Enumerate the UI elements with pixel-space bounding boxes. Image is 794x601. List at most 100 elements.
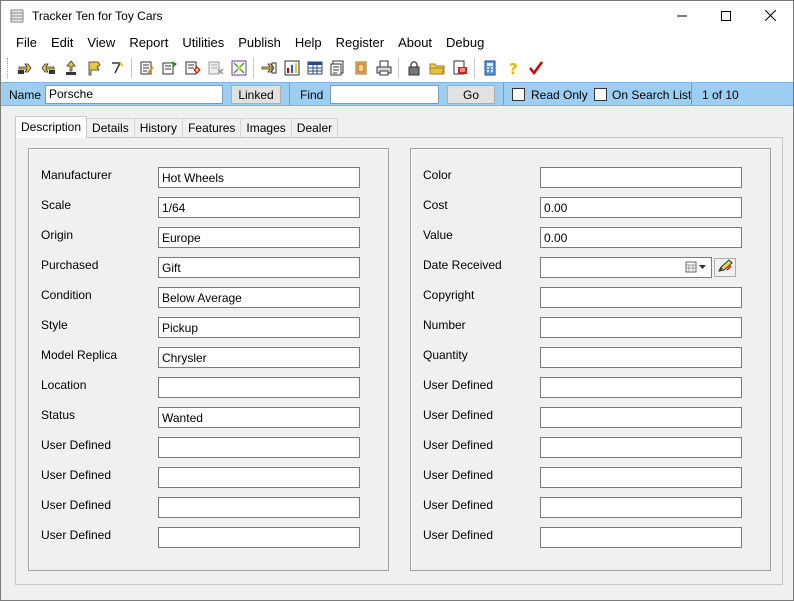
export-icon [330,60,346,76]
status-label: Status [41,408,76,422]
find-input[interactable] [330,85,439,104]
menu-register[interactable]: Register [329,32,391,54]
linked-button[interactable]: Linked [231,85,281,104]
tab-history[interactable]: History [133,118,184,138]
quantity-field[interactable] [540,347,742,368]
table-view-button[interactable] [303,57,326,79]
name-input[interactable]: Porsche [45,85,223,104]
toolbar: ? [1,54,793,82]
calendar-dropdown-icon[interactable] [685,261,707,276]
export-button[interactable] [326,57,349,79]
manufacturer-field[interactable]: Hot Wheels [158,167,360,188]
goto-icon [261,60,277,76]
scale-field[interactable]: 1/64 [158,197,360,218]
previous-record-button[interactable] [36,57,59,79]
tab-description[interactable]: Description [15,116,88,138]
on-search-list-checkbox[interactable] [594,88,607,101]
copy-record-button[interactable] [158,57,181,79]
calculator-button[interactable] [478,57,501,79]
user-defined-field[interactable] [540,437,742,458]
delete-record-button[interactable] [204,57,227,79]
origin-field[interactable]: Europe [158,227,360,248]
copyright-field[interactable] [540,287,742,308]
minimize-button[interactable] [659,1,705,32]
user-defined-field[interactable] [158,527,360,548]
purchased-label: Purchased [41,258,99,272]
print-button[interactable] [372,57,395,79]
chart-button[interactable] [280,57,303,79]
tab-features[interactable]: Features [182,118,242,138]
cost-field[interactable]: 0.00 [540,197,742,218]
lock-icon [406,60,422,76]
user-defined-field[interactable] [158,497,360,518]
pdf-button[interactable] [448,57,471,79]
folder-button[interactable] [425,57,448,79]
sort-button[interactable] [105,57,128,79]
value-field[interactable]: 0.00 [540,227,742,248]
svg-text:?: ? [509,60,518,76]
color-label: Color [423,168,452,182]
menu-report[interactable]: Report [122,32,175,54]
chart-icon [284,60,300,76]
user-defined-field[interactable] [540,467,742,488]
folder-icon [429,60,445,76]
user-defined-field[interactable] [158,467,360,488]
tab-images[interactable]: Images [240,118,292,138]
style-field[interactable]: Pickup [158,317,360,338]
user-defined-label: User Defined [423,468,494,482]
checkmark-button[interactable] [524,57,547,79]
menu-help[interactable]: Help [288,32,329,54]
number-label: Number [423,318,466,332]
add-record-icon [185,60,201,76]
user-defined-field[interactable] [540,407,742,428]
tab-dealer[interactable]: Dealer [290,118,339,138]
menu-file[interactable]: File [9,32,44,54]
first-record-button[interactable] [13,57,36,79]
move-record-icon [231,60,247,76]
maximize-button[interactable] [703,1,749,32]
title-bar: Tracker Ten for Toy Cars [1,1,793,32]
menu-debug[interactable]: Debug [439,32,491,54]
value-label: Value [423,228,453,242]
add-record-button[interactable] [181,57,204,79]
bookmark-button[interactable] [82,57,105,79]
upload-button[interactable] [59,57,82,79]
menu-view[interactable]: View [80,32,122,54]
edit-record-button[interactable] [135,57,158,79]
date-picker-button[interactable] [714,258,736,277]
user-defined-field[interactable] [158,437,360,458]
menu-edit[interactable]: Edit [44,32,80,54]
close-button[interactable] [747,1,793,32]
user-defined-field[interactable] [540,497,742,518]
move-record-button[interactable] [227,57,250,79]
stamp-button[interactable] [349,57,372,79]
menu-utilities[interactable]: Utilities [175,32,231,54]
bookmark-icon [86,60,102,76]
menu-publish[interactable]: Publish [231,32,288,54]
condition-label: Condition [41,288,92,302]
toolbar-separator [131,58,132,78]
window-title: Tracker Ten for Toy Cars [32,9,163,23]
user-defined-field[interactable] [540,527,742,548]
go-button[interactable]: Go [447,85,495,104]
date-received-field[interactable] [540,257,712,278]
location-label: Location [41,378,87,392]
goto-button[interactable] [257,57,280,79]
number-field[interactable] [540,317,742,338]
menu-about[interactable]: About [391,32,439,54]
toolbar-separator [398,58,399,78]
print-icon [376,60,392,76]
purchased-field[interactable]: Gift [158,257,360,278]
help-button[interactable]: ? [501,57,524,79]
read-only-checkbox[interactable] [512,88,525,101]
model-replica-field[interactable]: Chrysler [158,347,360,368]
color-field[interactable] [540,167,742,188]
user-defined-field[interactable] [540,377,742,398]
location-field[interactable] [158,377,360,398]
status-field[interactable]: Wanted [158,407,360,428]
lock-button[interactable] [402,57,425,79]
condition-field[interactable]: Below Average [158,287,360,308]
tab-strip: Description Details History Features Ima… [15,116,339,138]
tab-details[interactable]: Details [86,118,135,138]
toolbar-grip[interactable] [7,58,10,78]
